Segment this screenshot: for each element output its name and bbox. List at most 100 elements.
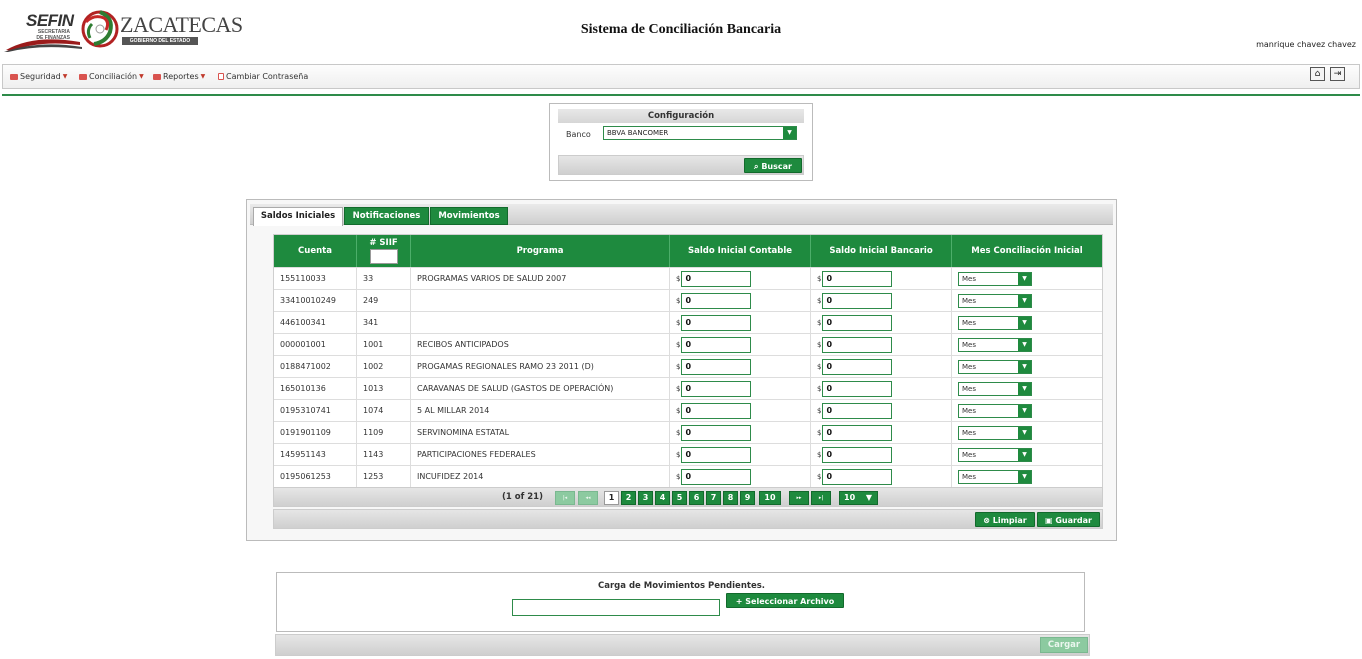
- cell-siif: 1074: [357, 400, 411, 421]
- saldo-bancario-input[interactable]: 0: [822, 358, 893, 375]
- guardar-button[interactable]: ▣ Guardar: [1037, 512, 1100, 527]
- saldo-contable-input[interactable]: 0: [681, 270, 752, 287]
- caret-down-icon: ▼: [139, 73, 144, 80]
- menu-reportes-label: Reportes: [163, 72, 199, 81]
- saldo-bancario-input[interactable]: 0: [822, 270, 893, 287]
- page-10-button[interactable]: 10: [759, 491, 781, 505]
- cell-programa: RECIBOS ANTICIPADOS: [411, 334, 670, 355]
- saldo-bancario-input[interactable]: 0: [822, 314, 893, 331]
- cell-siif: 33: [357, 268, 411, 289]
- logout-icon[interactable]: ⇥: [1330, 67, 1345, 81]
- cell-programa: PROGAMAS REGIONALES RAMO 23 2011 (D): [411, 356, 670, 377]
- page-2-button[interactable]: 2: [621, 491, 636, 505]
- chevron-down-icon: ▼: [1018, 382, 1031, 395]
- cell-cuenta: 0195061253: [274, 466, 357, 487]
- saldo-bancario-input[interactable]: 0: [822, 424, 893, 441]
- rows-per-page-select[interactable]: 10 ▼: [839, 491, 878, 505]
- mes-select[interactable]: Mes ▼: [958, 271, 1032, 286]
- cell-siif: 1013: [357, 378, 411, 399]
- mes-select[interactable]: Mes ▼: [958, 337, 1032, 352]
- tab-movimientos[interactable]: Movimientos: [430, 207, 508, 225]
- page-7-button[interactable]: 7: [706, 491, 721, 505]
- saldo-contable-input[interactable]: 0: [681, 402, 752, 419]
- currency-sign: $: [817, 340, 822, 349]
- saldo-bancario-input[interactable]: 0: [822, 292, 893, 309]
- saldo-contable-input[interactable]: 0: [681, 314, 752, 331]
- saldo-contable-input[interactable]: 0: [681, 446, 752, 463]
- first-page-button[interactable]: |◂: [555, 491, 575, 505]
- mes-select[interactable]: Mes ▼: [958, 315, 1032, 330]
- page-info: (1 of 21): [502, 492, 543, 502]
- cell-saldo-contable: $0: [670, 466, 811, 487]
- mes-select[interactable]: Mes ▼: [958, 425, 1032, 440]
- file-path-input[interactable]: [512, 599, 720, 616]
- chevron-down-icon: ▼: [783, 127, 796, 139]
- search-button[interactable]: ⌕ Buscar: [744, 158, 802, 173]
- cell-saldo-contable: $0: [670, 334, 811, 355]
- tab-notificaciones[interactable]: Notificaciones: [344, 207, 429, 225]
- saldo-contable-input[interactable]: 0: [681, 468, 752, 485]
- saldo-bancario-input[interactable]: 0: [822, 468, 893, 485]
- last-page-button[interactable]: ▸|: [811, 491, 831, 505]
- col-saldo-bancario[interactable]: Saldo Inicial Bancario: [811, 235, 952, 267]
- page-1-button[interactable]: 1: [604, 491, 619, 505]
- mes-select[interactable]: Mes ▼: [958, 469, 1032, 484]
- cell-saldo-bancario: $0: [811, 356, 952, 377]
- menu-conciliacion[interactable]: Conciliación ▼: [79, 72, 144, 81]
- tab-saldos-iniciales[interactable]: Saldos Iniciales: [253, 207, 343, 226]
- menu-reportes[interactable]: Reportes ▼: [153, 72, 205, 81]
- saldo-bancario-input[interactable]: 0: [822, 380, 893, 397]
- chevron-down-icon: ▼: [1018, 404, 1031, 417]
- upload-panel: Carga de Movimientos Pendientes. + Selec…: [276, 572, 1085, 632]
- menu-cambiar-contrasena[interactable]: Cambiar Contraseña: [218, 72, 308, 81]
- mes-select-value: Mes: [962, 428, 976, 437]
- mes-select[interactable]: Mes ▼: [958, 359, 1032, 374]
- saldo-bancario-input[interactable]: 0: [822, 446, 893, 463]
- saldo-contable-input[interactable]: 0: [681, 292, 752, 309]
- mes-select[interactable]: Mes ▼: [958, 381, 1032, 396]
- saldo-contable-input[interactable]: 0: [681, 424, 752, 441]
- menu-seguridad-label: Seguridad: [20, 72, 61, 81]
- next-page-button[interactable]: ▸▸: [789, 491, 809, 505]
- select-file-button[interactable]: + Seleccionar Archivo: [726, 593, 844, 608]
- col-cuenta[interactable]: Cuenta: [274, 235, 357, 267]
- currency-sign: $: [817, 362, 822, 371]
- saldo-contable-input[interactable]: 0: [681, 380, 752, 397]
- cargar-button[interactable]: Cargar: [1040, 637, 1088, 653]
- chevron-down-icon: ▼: [1018, 426, 1031, 439]
- currency-sign: $: [817, 450, 822, 459]
- logo-gobierno: GOBIERNO DEL ESTADO: [122, 37, 198, 45]
- currency-sign: $: [817, 296, 822, 305]
- page-5-button[interactable]: 5: [672, 491, 687, 505]
- menu-seguridad[interactable]: Seguridad ▼: [10, 72, 67, 81]
- siif-filter-input[interactable]: [369, 249, 398, 264]
- paginator: (1 of 21) |◂ ◂◂ 1 2 3 4 5 6 7 8 9 10 ▸▸ ▸| 10 ▼: [273, 487, 1103, 507]
- limpiar-button[interactable]: ⊗ Limpiar: [975, 512, 1035, 527]
- table-actions-bar: ⊗ Limpiar ▣ Guardar: [273, 509, 1103, 529]
- cell-cuenta: 000001001: [274, 334, 357, 355]
- cell-saldo-contable: $0: [670, 268, 811, 289]
- banco-select[interactable]: BBVA BANCOMER ▼: [603, 126, 797, 140]
- saldo-bancario-input[interactable]: 0: [822, 336, 893, 353]
- saldo-contable-input[interactable]: 0: [681, 336, 752, 353]
- col-saldo-contable[interactable]: Saldo Inicial Contable: [670, 235, 811, 267]
- page-3-button[interactable]: 3: [638, 491, 653, 505]
- page-4-button[interactable]: 4: [655, 491, 670, 505]
- col-siif-label: # SIIF: [369, 238, 398, 248]
- saldo-contable-input[interactable]: 0: [681, 358, 752, 375]
- saldo-bancario-input[interactable]: 0: [822, 402, 893, 419]
- mes-select[interactable]: Mes ▼: [958, 447, 1032, 462]
- home-icon[interactable]: ⌂: [1310, 67, 1325, 81]
- col-mes-conciliacion[interactable]: Mes Conciliación Inicial: [952, 235, 1102, 267]
- page-8-button[interactable]: 8: [723, 491, 738, 505]
- page-6-button[interactable]: 6: [689, 491, 704, 505]
- col-programa[interactable]: Programa: [411, 235, 670, 267]
- mes-select[interactable]: Mes ▼: [958, 403, 1032, 418]
- cell-cuenta: 145951143: [274, 444, 357, 465]
- mes-select[interactable]: Mes ▼: [958, 293, 1032, 308]
- table-row: 165010136 1013 CARAVANAS DE SALUD (GASTOS …: [274, 377, 1102, 399]
- page-9-button[interactable]: 9: [740, 491, 755, 505]
- save-icon: ▣: [1044, 516, 1053, 525]
- prev-page-button[interactable]: ◂◂: [578, 491, 598, 505]
- cell-mes: Mes ▼: [952, 378, 1102, 399]
